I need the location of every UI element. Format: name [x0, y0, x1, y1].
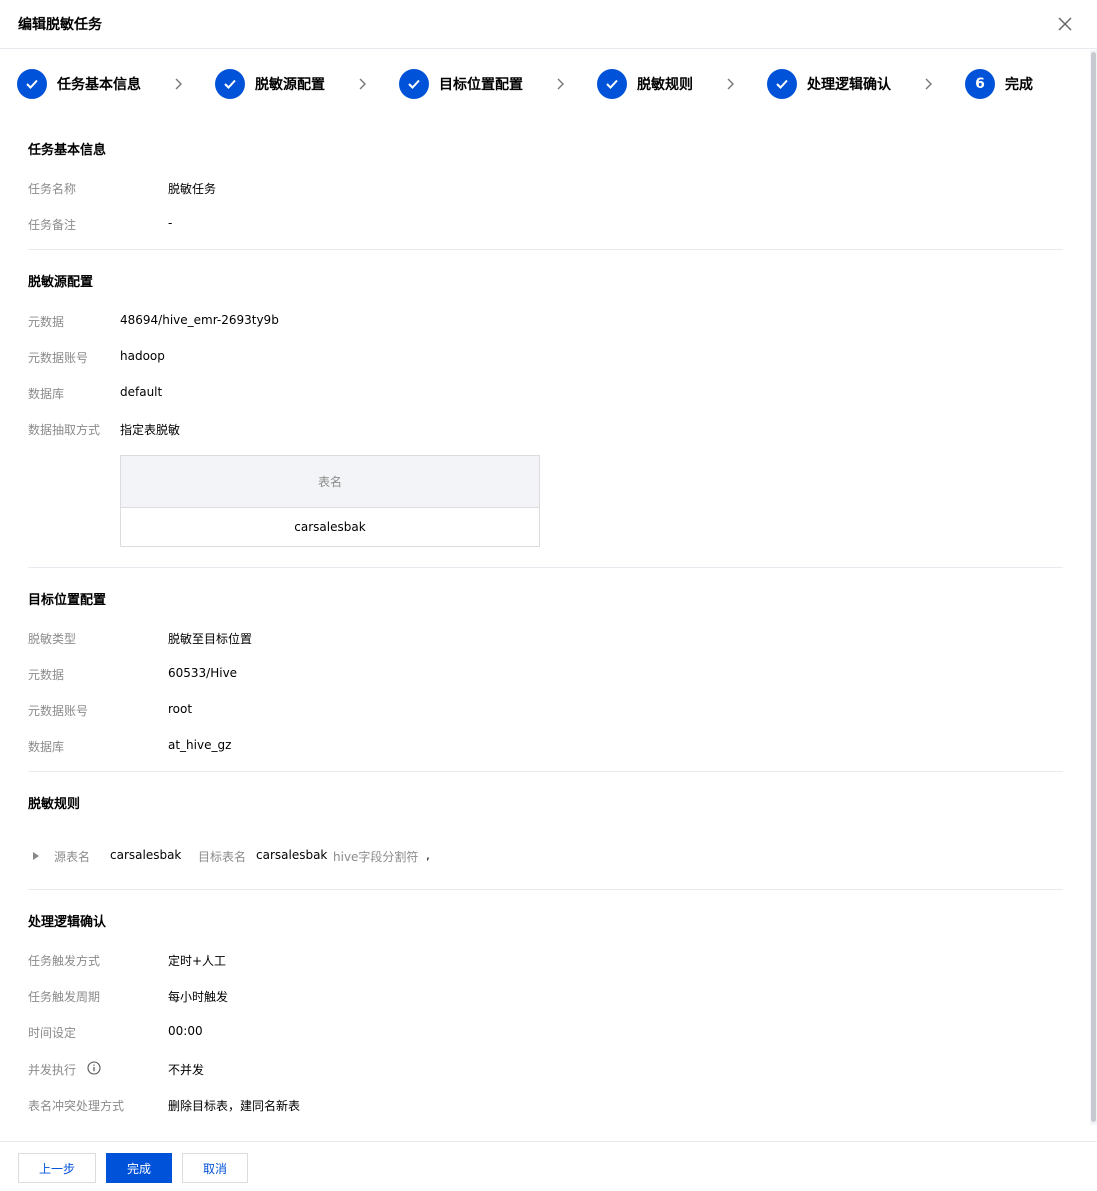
step-finish[interactable]: 6 完成 [965, 68, 1033, 100]
step-rules[interactable]: 脱敏规则 [597, 68, 693, 100]
field-label: 数据库 [28, 740, 65, 754]
step-logic[interactable]: 处理逻辑确认 [767, 68, 891, 100]
step-label: 任务基本信息 [57, 77, 141, 93]
rule-target-value: carsalesbak [256, 848, 328, 862]
section-title-target-config: 目标位置配置 [28, 593, 107, 608]
field-value: 48694/hive_emr-2693ty9b [120, 313, 279, 327]
check-icon [767, 69, 797, 99]
dialog-header: 编辑脱敏任务 [0, 0, 1097, 49]
step-source-config[interactable]: 脱敏源配置 [215, 68, 325, 100]
cancel-button[interactable]: 取消 [182, 1153, 248, 1183]
field-value: 不并发 [168, 1063, 205, 1077]
chevron-right-icon [557, 78, 564, 90]
chevron-right-icon [175, 78, 182, 90]
table-row: carsalesbak [294, 520, 366, 534]
field-value: 脱敏任务 [168, 182, 217, 196]
step-label: 目标位置配置 [439, 77, 523, 93]
field-value: 每小时触发 [168, 990, 229, 1004]
divider [28, 771, 1063, 772]
section-title-rules: 脱敏规则 [28, 797, 81, 812]
divider [28, 249, 1063, 250]
field-value: - [168, 216, 173, 230]
steps-bar: 任务基本信息 脱敏源配置 目标位置配置 脱敏规则 处理逻辑确认 6 完成 [0, 64, 1090, 104]
field-value: hadoop [120, 349, 165, 363]
source-table-list: 表名 carsalesbak [120, 455, 540, 547]
field-label: 任务名称 [28, 182, 77, 196]
info-icon[interactable] [87, 1061, 101, 1075]
rule-separator-value: , [426, 848, 430, 862]
divider [28, 889, 1063, 890]
section-title-logic: 处理逻辑确认 [28, 915, 107, 930]
field-label: 数据抽取方式 [28, 423, 101, 437]
chevron-right-icon [727, 78, 734, 90]
check-icon [215, 69, 245, 99]
step-target-config[interactable]: 目标位置配置 [399, 68, 523, 100]
rule-target-label: 目标表名 [198, 850, 247, 864]
check-icon [399, 69, 429, 99]
section-title-source-config: 脱敏源配置 [28, 275, 94, 290]
field-label: 元数据账号 [28, 351, 89, 365]
rule-separator-label: hive字段分割符 [333, 850, 419, 864]
dialog-footer: 上一步 完成 取消 [0, 1141, 1097, 1191]
divider [28, 567, 1063, 568]
close-icon[interactable] [1055, 14, 1075, 34]
field-label: 表名冲突处理方式 [28, 1099, 125, 1113]
table-header: 表名 [121, 456, 539, 508]
rule-row[interactable]: 源表名 carsalesbak 目标表名 carsalesbak hive字段分… [28, 846, 728, 866]
chevron-right-icon [359, 78, 366, 90]
field-label: 时间设定 [28, 1026, 77, 1040]
check-icon [17, 69, 47, 99]
step-label: 处理逻辑确认 [807, 77, 891, 93]
field-value: 删除目标表，建同名新表 [168, 1099, 301, 1113]
step-label: 脱敏源配置 [255, 77, 325, 93]
field-label: 任务触发周期 [28, 990, 101, 1004]
prev-step-button[interactable]: 上一步 [18, 1153, 96, 1183]
field-value: 指定表脱敏 [120, 423, 181, 437]
field-label: 元数据账号 [28, 704, 89, 718]
field-value: root [168, 702, 193, 716]
step-number: 6 [965, 69, 995, 99]
field-label: 元数据 [28, 668, 65, 682]
field-value: 00:00 [168, 1024, 203, 1038]
check-icon [597, 69, 627, 99]
caret-right-icon[interactable] [32, 851, 40, 861]
step-label: 完成 [1005, 77, 1033, 93]
rule-source-value: carsalesbak [110, 848, 182, 862]
chevron-right-icon [925, 78, 932, 90]
field-value: default [120, 385, 163, 399]
step-basic-info[interactable]: 任务基本信息 [17, 68, 141, 100]
scrollbar-thumb[interactable] [1091, 52, 1096, 1122]
field-value: at_hive_gz [168, 738, 232, 752]
field-value: 脱敏至目标位置 [168, 632, 253, 646]
rule-source-label: 源表名 [54, 850, 91, 864]
field-label: 脱敏类型 [28, 632, 77, 646]
dialog-title: 编辑脱敏任务 [18, 17, 102, 33]
field-label: 数据库 [28, 387, 65, 401]
field-value: 60533/Hive [168, 666, 238, 680]
field-label: 任务触发方式 [28, 954, 101, 968]
field-label: 任务备注 [28, 218, 77, 232]
finish-button[interactable]: 完成 [106, 1153, 172, 1183]
section-title-basic-info: 任务基本信息 [28, 143, 107, 158]
field-label: 并发执行 [28, 1063, 77, 1077]
field-label: 元数据 [28, 315, 65, 329]
step-label: 脱敏规则 [637, 77, 693, 93]
field-value: 定时+人工 [168, 954, 227, 968]
